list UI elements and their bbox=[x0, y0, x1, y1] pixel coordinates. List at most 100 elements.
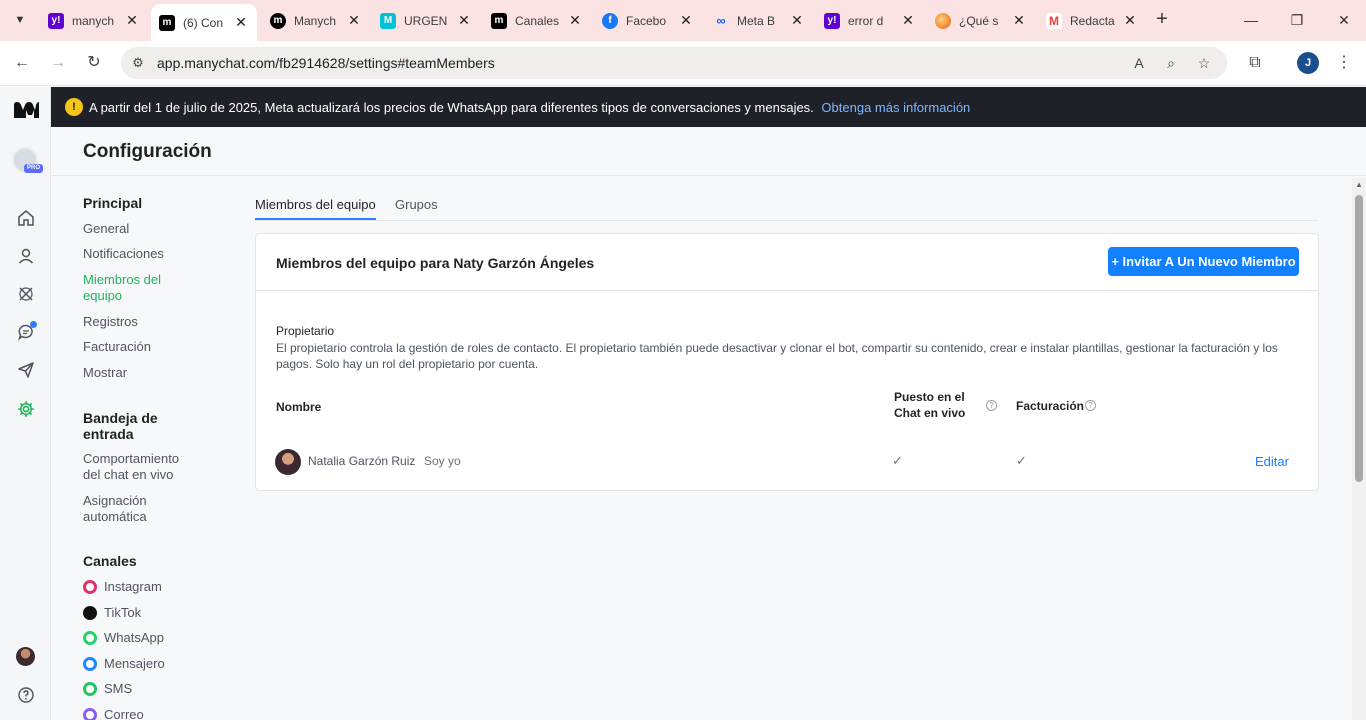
close-tab-icon[interactable]: ✕ bbox=[124, 12, 140, 29]
extensions-icon[interactable]: ⧉ bbox=[1243, 51, 1267, 75]
tab-search-icon[interactable]: ▼ bbox=[8, 8, 32, 32]
browser-tab[interactable]: ∞ Meta B ✕ bbox=[705, 7, 813, 34]
warning-icon: ! bbox=[65, 98, 83, 116]
role-name: Propietario bbox=[276, 324, 335, 338]
tab-groups[interactable]: Grupos bbox=[395, 197, 438, 218]
browser-tab[interactable]: m Canales ✕ bbox=[483, 7, 591, 34]
browser-tab[interactable]: M Redacta ✕ bbox=[1038, 7, 1146, 34]
edit-member-link[interactable]: Editar bbox=[1255, 454, 1289, 469]
team-members-card: Miembros del equipo para Naty Garzón Áng… bbox=[255, 233, 1319, 491]
nav-item-billing[interactable]: Facturación bbox=[83, 339, 151, 355]
yahoo-icon: y! bbox=[824, 12, 840, 29]
messenger-icon bbox=[83, 656, 97, 671]
role-description: El propietario controla la gestión de ro… bbox=[276, 341, 1278, 371]
reload-icon[interactable]: ↻ bbox=[82, 51, 106, 75]
bookmark-star-icon[interactable]: ☆ bbox=[1194, 53, 1214, 73]
forward-icon[interactable]: → bbox=[46, 51, 70, 75]
nav-item-whatsapp[interactable]: WhatsApp bbox=[83, 630, 164, 645]
new-tab-icon[interactable]: + bbox=[1151, 9, 1173, 31]
nav-heading-inbox: Bandeja de entrada bbox=[83, 410, 158, 442]
banner-text: A partir del 1 de julio de 2025, Meta ac… bbox=[89, 100, 971, 115]
self-label: Soy yo bbox=[424, 454, 461, 468]
column-header-billing: Facturación bbox=[1016, 399, 1085, 413]
live-chat-check-icon: ✓ bbox=[892, 453, 903, 468]
manychat-logo[interactable] bbox=[12, 100, 40, 120]
settings-tabs: Miembros del equipo Grupos bbox=[255, 195, 1318, 221]
nav-item-tiktok[interactable]: TikTok bbox=[83, 605, 141, 620]
instagram-icon bbox=[83, 579, 97, 594]
close-tab-icon[interactable]: ✕ bbox=[1122, 12, 1138, 29]
app-rail: PRO bbox=[0, 87, 51, 720]
close-window-icon[interactable]: ✕ bbox=[1329, 8, 1359, 32]
ai-orb-icon bbox=[935, 12, 951, 29]
nav-item-messenger[interactable]: Mensajero bbox=[83, 656, 165, 671]
pro-badge: PRO bbox=[24, 164, 43, 173]
browser-tab[interactable]: f Facebo ✕ bbox=[594, 7, 702, 34]
nav-item-team-members[interactable]: Miembros del equipo bbox=[83, 272, 183, 304]
browser-toolbar: ← → ↻ ⚙ app.manychat.com/fb2914628/setti… bbox=[0, 41, 1366, 86]
help-icon[interactable] bbox=[14, 683, 38, 707]
tab-team-members[interactable]: Miembros del equipo bbox=[255, 197, 376, 220]
nav-item-instagram[interactable]: Instagram bbox=[83, 579, 162, 594]
browser-tab-strip: ▼ y! manych ✕ m (6) Con ✕ m Manych ✕ M U… bbox=[0, 0, 1366, 41]
live-chat-help-icon[interactable]: ? bbox=[986, 400, 997, 411]
close-tab-icon[interactable]: ✕ bbox=[678, 12, 694, 29]
broadcast-send-icon[interactable] bbox=[14, 358, 38, 382]
scrollbar-thumb[interactable] bbox=[1355, 195, 1363, 482]
nav-item-email[interactable]: Correo bbox=[83, 707, 144, 720]
browser-tab[interactable]: ¿Qué s ✕ bbox=[927, 7, 1035, 34]
page-title: Configuración bbox=[83, 141, 212, 162]
banner-link[interactable]: Obtenga más información bbox=[821, 100, 970, 115]
url-text[interactable]: app.manychat.com/fb2914628/settings#team… bbox=[157, 55, 495, 71]
manychat-icon: M bbox=[380, 12, 396, 29]
manychat-icon: m bbox=[491, 12, 507, 29]
nav-item-live-chat-behavior[interactable]: Comportamiento del chat en vivo bbox=[83, 451, 193, 483]
translate-icon[interactable]: A bbox=[1129, 53, 1149, 73]
billing-help-icon[interactable]: ? bbox=[1085, 400, 1096, 411]
automation-icon[interactable] bbox=[14, 282, 38, 306]
close-tab-icon[interactable]: ✕ bbox=[233, 14, 249, 31]
invite-member-button[interactable]: + Invitar A Un Nuevo Miembro bbox=[1108, 247, 1299, 276]
whatsapp-icon bbox=[83, 630, 97, 645]
nav-item-logs[interactable]: Registros bbox=[83, 314, 138, 330]
nav-item-auto-assignment[interactable]: Asignación automática bbox=[83, 493, 183, 525]
close-tab-icon[interactable]: ✕ bbox=[456, 12, 472, 29]
menu-kebab-icon[interactable]: ⋮ bbox=[1332, 51, 1356, 75]
contacts-icon[interactable] bbox=[14, 244, 38, 268]
browser-tab[interactable]: m Manych ✕ bbox=[262, 7, 370, 34]
minimize-icon[interactable]: — bbox=[1236, 8, 1266, 32]
close-tab-icon[interactable]: ✕ bbox=[346, 12, 362, 29]
browser-tab[interactable]: M URGEN ✕ bbox=[372, 7, 480, 34]
nav-item-notifications[interactable]: Notificaciones bbox=[83, 246, 164, 262]
notification-dot bbox=[30, 321, 37, 328]
home-icon[interactable] bbox=[14, 206, 38, 230]
site-settings-icon[interactable]: ⚙ bbox=[129, 54, 147, 72]
close-tab-icon[interactable]: ✕ bbox=[567, 12, 583, 29]
divider bbox=[256, 290, 1318, 291]
restore-icon[interactable]: ❐ bbox=[1282, 8, 1312, 32]
scroll-up-icon[interactable]: ▲ bbox=[1352, 178, 1366, 192]
settings-gear-icon[interactable] bbox=[14, 397, 38, 421]
nav-item-display[interactable]: Mostrar bbox=[83, 365, 127, 381]
user-avatar[interactable] bbox=[16, 647, 35, 666]
back-icon[interactable]: ← bbox=[10, 51, 34, 75]
nav-heading-principal: Principal bbox=[83, 195, 143, 211]
manychat-icon: m bbox=[270, 12, 286, 29]
address-bar[interactable]: ⚙ app.manychat.com/fb2914628/settings#te… bbox=[121, 47, 1227, 79]
billing-check-icon: ✓ bbox=[1016, 453, 1027, 468]
nav-heading-channels: Canales bbox=[83, 553, 137, 569]
zoom-icon[interactable]: ⌕ bbox=[1161, 53, 1181, 73]
close-tab-icon[interactable]: ✕ bbox=[1011, 12, 1027, 29]
column-header-name: Nombre bbox=[276, 400, 322, 414]
facebook-icon: f bbox=[602, 12, 618, 29]
nav-item-general[interactable]: General bbox=[83, 221, 129, 237]
nav-item-sms[interactable]: SMS bbox=[83, 681, 132, 696]
browser-tab[interactable]: y! error d ✕ bbox=[816, 7, 924, 34]
sms-icon bbox=[83, 681, 97, 696]
browser-tab-active[interactable]: m (6) Con ✕ bbox=[151, 4, 257, 41]
email-icon bbox=[83, 707, 97, 720]
close-tab-icon[interactable]: ✕ bbox=[789, 12, 805, 29]
profile-avatar[interactable]: J bbox=[1297, 52, 1319, 74]
browser-tab[interactable]: y! manych ✕ bbox=[40, 7, 148, 34]
close-tab-icon[interactable]: ✕ bbox=[900, 12, 916, 29]
